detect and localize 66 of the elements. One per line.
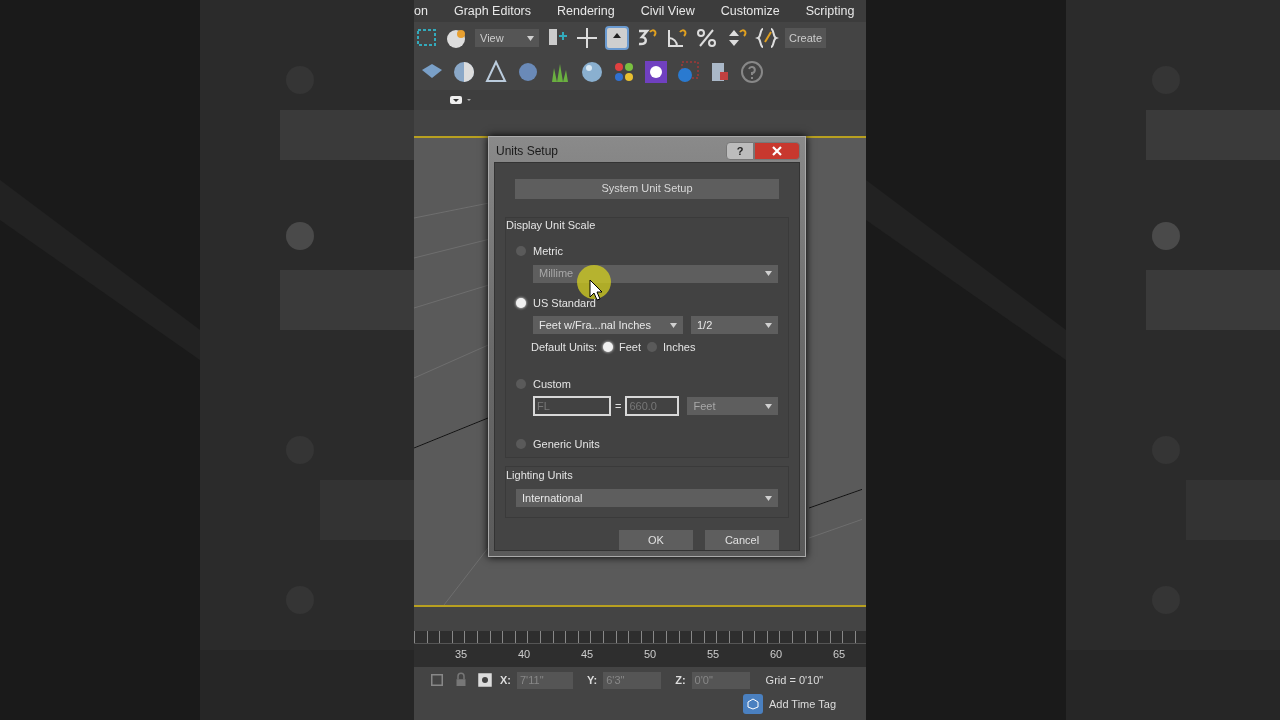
option-label: Inches	[663, 340, 696, 355]
grid-size-label: Grid = 0'10"	[765, 672, 824, 688]
radio-button[interactable]	[647, 342, 658, 353]
frame-number: 45	[581, 647, 595, 662]
dropdown-arrow-icon	[765, 403, 772, 409]
option-label: Metric	[533, 244, 563, 259]
help-icon[interactable]	[740, 60, 764, 84]
unit-dropdown[interactable]: Feet	[687, 397, 778, 415]
close-button[interactable]	[754, 142, 800, 161]
menu-item[interactable]: Civil View	[640, 1, 695, 21]
pyramid-icon[interactable]	[484, 60, 508, 84]
unit-dropdown[interactable]: Feet w/Fra...nal Inches	[533, 316, 683, 334]
dropdown-arrow-icon	[670, 322, 677, 328]
menu-item[interactable]: Graph Editors	[453, 1, 532, 21]
half-sphere-icon[interactable]	[452, 60, 476, 84]
viewport-menu-icon[interactable]	[450, 95, 472, 105]
help-button[interactable]: ?	[726, 142, 754, 161]
unit-dropdown[interactable]: Millime	[533, 264, 778, 283]
coordinate-label: Z:	[675, 672, 686, 688]
option-label: Feet	[619, 340, 642, 355]
menu-item[interactable]: on	[414, 1, 428, 21]
radio-button[interactable]	[516, 297, 526, 308]
dialog-button[interactable]: OK	[619, 530, 693, 550]
dropdown-arrow-icon	[527, 35, 534, 41]
view-dropdown[interactable]: View	[475, 29, 539, 47]
frame-number: 65	[833, 647, 847, 662]
fraction-dropdown[interactable]: 1/2	[691, 316, 778, 334]
add-time-tag-icon[interactable]	[742, 694, 763, 714]
radio-button[interactable]	[516, 378, 526, 389]
move-icon[interactable]	[575, 26, 599, 50]
window-title: Units Setup	[495, 143, 559, 161]
colored-balls-icon[interactable]	[612, 60, 636, 84]
coordinate-label: Y:	[587, 672, 598, 688]
system-unit-setup-button[interactable]: System Unit Setup	[515, 178, 779, 199]
add-time-tag-label[interactable]: Add Time Tag	[768, 695, 836, 713]
dropdown-arrow-icon	[765, 495, 772, 501]
lighting-units-dropdown[interactable]: International	[516, 489, 778, 507]
snap-toggle-icon[interactable]	[605, 26, 629, 50]
braces-icon[interactable]	[755, 26, 779, 50]
frame-number: 35	[455, 647, 469, 662]
frame-number: 50	[644, 647, 658, 662]
close-icon	[772, 146, 782, 157]
option-label: US Standard	[533, 295, 596, 311]
default-units-label: Default Units:	[531, 340, 598, 355]
dropdown-arrow-icon	[765, 322, 772, 328]
menu-item[interactable]: Customize	[720, 1, 780, 21]
section-heading: Display Unit Scale	[506, 217, 597, 233]
dialog-button[interactable]: Cancel	[705, 530, 779, 550]
percent-snap-icon[interactable]	[695, 26, 719, 50]
sphere-icon[interactable]	[580, 60, 604, 84]
frame-number: 40	[518, 647, 532, 662]
frame-number: 55	[707, 647, 721, 662]
section-heading: Lighting Units	[506, 467, 574, 483]
radio-button[interactable]	[516, 246, 526, 257]
menu-item[interactable]: Scripting	[805, 1, 855, 21]
equals-sign: =	[615, 398, 622, 414]
radio-button[interactable]	[603, 342, 614, 353]
angle-snap-icon[interactable]	[665, 26, 689, 50]
menu-item[interactable]: Rendering	[557, 1, 615, 21]
radio-button[interactable]	[516, 439, 526, 450]
dropdown-arrow-icon	[765, 271, 772, 276]
option-label: Custom	[533, 376, 571, 392]
coordinate-label: X:	[500, 672, 511, 688]
frame-number: 60	[770, 647, 784, 662]
create-button[interactable]: Create	[785, 28, 827, 48]
option-label: Generic Units	[533, 437, 600, 452]
